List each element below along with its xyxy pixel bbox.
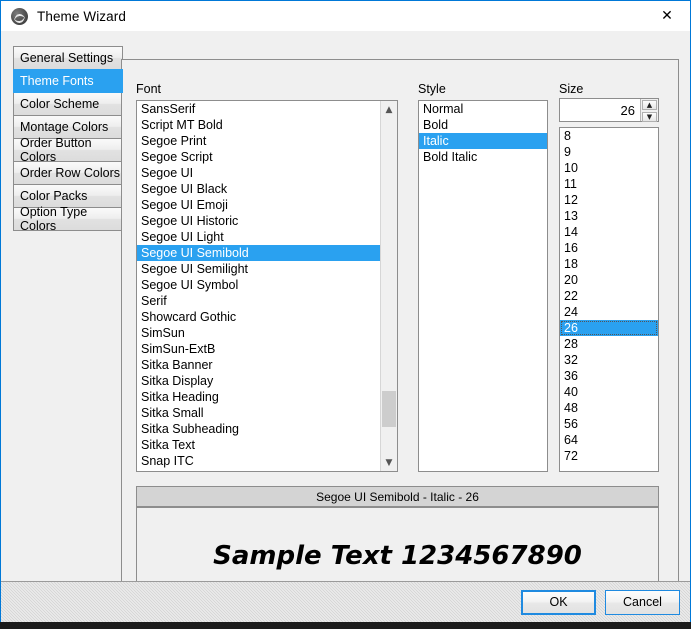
cancel-button[interactable]: Cancel xyxy=(605,589,680,615)
sidebar-item-option-type-colors[interactable]: Option Type Colors xyxy=(13,205,123,233)
sidebar-item-label: Color Packs xyxy=(20,189,88,203)
size-list-item[interactable]: 8 xyxy=(560,128,658,144)
size-list-item[interactable]: 9 xyxy=(560,144,658,160)
font-list-item[interactable]: Segoe UI Symbol xyxy=(137,277,381,293)
client-area: General Settings Theme Fonts Color Schem… xyxy=(1,31,690,622)
size-list-item[interactable]: 16 xyxy=(560,240,658,256)
style-list-item[interactable]: Normal xyxy=(419,101,547,117)
scrollbar-thumb[interactable] xyxy=(382,391,396,427)
size-list-item[interactable]: 12 xyxy=(560,192,658,208)
size-list-item[interactable]: 36 xyxy=(560,368,658,384)
style-list-items: Normal Bold Italic Bold Italic xyxy=(419,101,547,165)
size-list-item[interactable]: 14 xyxy=(560,224,658,240)
style-list-item[interactable]: Bold xyxy=(419,117,547,133)
sidebar-item-label: Order Row Colors xyxy=(20,166,121,180)
size-list-item[interactable]: 24 xyxy=(560,304,658,320)
font-list-item[interactable]: Showcard Gothic xyxy=(137,309,381,325)
sidebar-tabs: General Settings Theme Fonts Color Schem… xyxy=(13,46,123,233)
font-list-item[interactable]: Sitka Small xyxy=(137,405,381,421)
font-list-item[interactable]: SansSerif xyxy=(137,101,381,117)
size-list-item[interactable]: 64 xyxy=(560,432,658,448)
font-list-scrollbar[interactable]: ▲ ▼ xyxy=(380,101,397,471)
size-list-item[interactable]: 18 xyxy=(560,256,658,272)
sidebar-item-label: Montage Colors xyxy=(20,120,109,134)
size-list-item[interactable]: 32 xyxy=(560,352,658,368)
size-list-item[interactable]: 20 xyxy=(560,272,658,288)
sidebar-item-label: General Settings xyxy=(20,51,114,65)
size-list-item[interactable]: 11 xyxy=(560,176,658,192)
size-listbox[interactable]: 8 9 10 11 12 13 14 16 18 20 22 24 26 28 32 36 40 48 56 64 72 xyxy=(559,127,659,472)
size-column-label: Size xyxy=(559,82,584,96)
window-title: Theme Wizard xyxy=(37,8,126,24)
size-spinbox[interactable]: ▲ ▼ xyxy=(559,98,659,122)
font-list-item[interactable]: SimSun xyxy=(137,325,381,341)
font-list-item[interactable]: Segoe UI Semibold xyxy=(137,245,381,261)
font-list-item[interactable]: Sitka Display xyxy=(137,373,381,389)
desktop-strip xyxy=(0,622,691,629)
font-list-item[interactable]: Serif xyxy=(137,293,381,309)
font-list-item[interactable]: Segoe Print xyxy=(137,133,381,149)
size-list-item[interactable]: 26 xyxy=(560,320,658,336)
sidebar-item-label: Theme Fonts xyxy=(20,74,94,88)
theme-wizard-window: Theme Wizard ✕ General Settings Theme Fo… xyxy=(0,0,691,622)
size-list-item[interactable]: 28 xyxy=(560,336,658,352)
font-list-item[interactable]: Sitka Text xyxy=(137,437,381,453)
chevron-down-icon[interactable]: ▼ xyxy=(381,454,397,471)
size-list-item[interactable]: 13 xyxy=(560,208,658,224)
font-column-label: Font xyxy=(136,82,162,96)
spinner-up-icon[interactable]: ▲ xyxy=(642,100,657,110)
chevron-up-icon[interactable]: ▲ xyxy=(381,101,397,118)
font-list-item[interactable]: Sitka Heading xyxy=(137,389,381,405)
font-list-item[interactable]: Segoe UI Emoji xyxy=(137,197,381,213)
preview-sample-text: Sample Text 1234567890 xyxy=(213,540,582,571)
size-list-item[interactable]: 22 xyxy=(560,288,658,304)
sidebar-item-label: Color Scheme xyxy=(20,97,100,111)
font-list-item[interactable]: Segoe UI Black xyxy=(137,181,381,197)
sidebar-item-theme-fonts[interactable]: Theme Fonts xyxy=(13,69,123,93)
size-list-item[interactable]: 56 xyxy=(560,416,658,432)
font-listbox[interactable]: SansSerif Script MT Bold Segoe Print Segoe … xyxy=(136,100,398,472)
font-list-item[interactable]: Segoe Script xyxy=(137,149,381,165)
style-listbox[interactable]: Normal Bold Italic Bold Italic xyxy=(418,100,548,472)
font-list-item[interactable]: Sitka Subheading xyxy=(137,421,381,437)
font-list-item[interactable]: Sitka Banner xyxy=(137,357,381,373)
dialog-footer: OK Cancel xyxy=(1,581,690,622)
size-list-items: 8 9 10 11 12 13 14 16 18 20 22 24 26 28 32 36 40 48 56 64 72 xyxy=(560,128,658,464)
font-list-item[interactable]: Segoe UI Semilight xyxy=(137,261,381,277)
font-list-item[interactable]: Script MT Bold xyxy=(137,117,381,133)
sidebar-item-label: Option Type Colors xyxy=(20,205,88,233)
style-column-label: Style xyxy=(418,82,446,96)
size-list-item[interactable]: 48 xyxy=(560,400,658,416)
font-list-item[interactable]: Segoe UI Light xyxy=(137,229,381,245)
sidebar-item-order-row-colors[interactable]: Order Row Colors xyxy=(13,161,123,185)
sidebar-item-label: Order Button Colors xyxy=(20,136,92,164)
size-list-item[interactable]: 10 xyxy=(560,160,658,176)
font-list-item[interactable]: Segoe UI xyxy=(137,165,381,181)
size-list-item[interactable]: 72 xyxy=(560,448,658,464)
style-list-item[interactable]: Bold Italic xyxy=(419,149,547,165)
title-bar: Theme Wizard ✕ xyxy=(1,1,690,31)
sidebar-item-order-button-colors[interactable]: Order Button Colors xyxy=(13,136,123,164)
spinner-down-icon[interactable]: ▼ xyxy=(642,112,657,122)
theme-fonts-panel: Font SansSerif Script MT Bold Segoe Print S… xyxy=(121,59,679,611)
size-spinner-buttons[interactable]: ▲ ▼ xyxy=(640,99,658,122)
sidebar-item-general-settings[interactable]: General Settings xyxy=(13,46,123,70)
preview-header: Segoe UI Semibold - Italic - 26 xyxy=(136,486,659,507)
theme-wizard-icon xyxy=(11,7,28,25)
font-list-items: SansSerif Script MT Bold Segoe Print Segoe … xyxy=(137,101,381,469)
font-list-item[interactable]: Segoe UI Historic xyxy=(137,213,381,229)
font-list-item[interactable]: SimSun-ExtB xyxy=(137,341,381,357)
style-list-item[interactable]: Italic xyxy=(419,133,547,149)
size-list-item[interactable]: 40 xyxy=(560,384,658,400)
close-icon[interactable]: ✕ xyxy=(644,1,690,30)
size-input[interactable] xyxy=(560,99,640,121)
font-list-item[interactable]: Snap ITC xyxy=(137,453,381,469)
ok-button[interactable]: OK xyxy=(521,589,596,615)
sidebar-item-color-scheme[interactable]: Color Scheme xyxy=(13,92,123,116)
